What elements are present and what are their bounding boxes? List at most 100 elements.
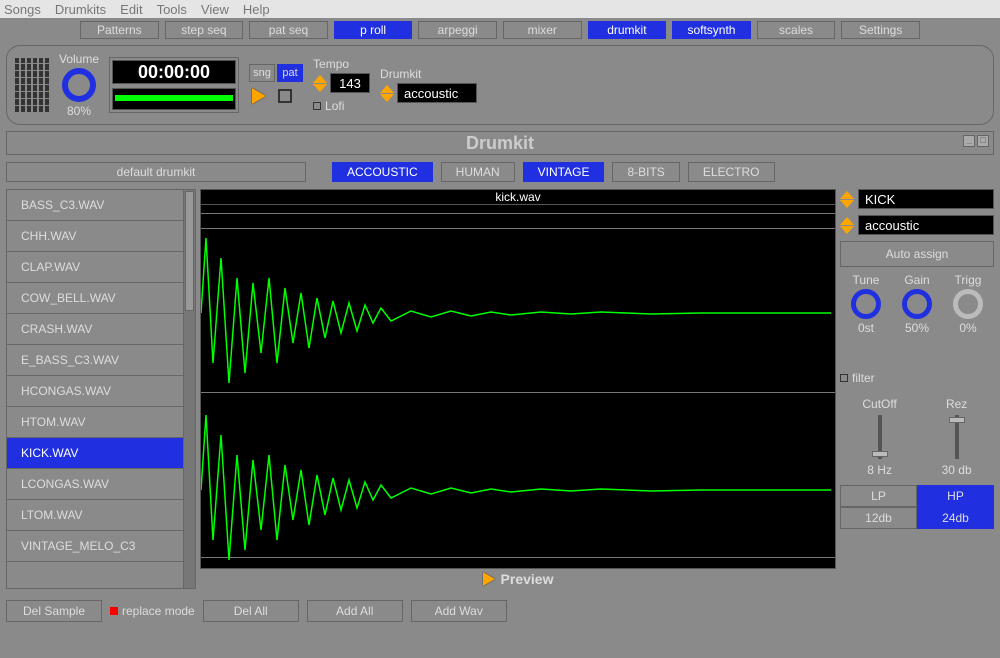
tab-p-roll[interactable]: p roll <box>334 21 413 39</box>
cutoff-value: 8 Hz <box>867 463 892 477</box>
tab-patterns[interactable]: Patterns <box>80 21 159 39</box>
sample-item[interactable]: COW_BELL.WAV <box>7 283 183 314</box>
sample-item[interactable]: CRASH.WAV <box>7 314 183 345</box>
category-human-button[interactable]: HUMAN <box>441 162 515 182</box>
trigg-value: 0% <box>959 321 976 335</box>
menu-edit[interactable]: Edit <box>120 2 142 17</box>
rez-label: Rez <box>946 397 967 411</box>
gain-label: Gain <box>904 273 929 287</box>
play-icon <box>252 88 266 104</box>
window-maximize-icon[interactable]: □ <box>977 135 989 147</box>
del-all-button[interactable]: Del All <box>203 600 299 622</box>
play-button[interactable] <box>249 86 269 106</box>
sample-item[interactable]: LTOM.WAV <box>7 500 183 531</box>
vu-meter <box>15 58 49 112</box>
tab-scales[interactable]: scales <box>757 21 836 39</box>
arrow-up-icon <box>380 85 394 93</box>
sample-item[interactable]: CHH.WAV <box>7 221 183 252</box>
category-8-bits-button[interactable]: 8-BITS <box>612 162 679 182</box>
transport-bar: Volume 80% 00:00:00 sng pat Tempo 143 Lo… <box>6 45 994 125</box>
slot-kit-field[interactable]: accoustic <box>858 215 994 235</box>
rez-slider[interactable] <box>955 415 959 459</box>
tab-step-seq[interactable]: step seq <box>165 21 244 39</box>
slider-handle[interactable] <box>872 451 888 457</box>
sample-item[interactable]: E_BASS_C3.WAV <box>7 345 183 376</box>
volume-label: Volume <box>59 52 99 66</box>
window-minimize-icon[interactable]: _ <box>963 135 975 147</box>
category-electro-button[interactable]: ELECTRO <box>688 162 775 182</box>
rez-value: 30 db <box>942 463 972 477</box>
sample-item[interactable]: BASS_C3.WAV <box>7 190 183 221</box>
sample-list-scrollbar[interactable] <box>183 190 195 588</box>
add-wav-button[interactable]: Add Wav <box>411 600 507 622</box>
sample-item[interactable]: HCONGAS.WAV <box>7 376 183 407</box>
drumkit-spin[interactable] <box>380 85 394 102</box>
volume-knob[interactable] <box>62 68 96 102</box>
arrow-down-icon <box>840 226 854 234</box>
waveform-display[interactable] <box>200 205 836 569</box>
filter-lp-button[interactable]: LP <box>840 485 917 507</box>
record-dot-icon <box>110 607 118 615</box>
play-icon <box>483 572 495 586</box>
sample-params-panel: KICK accoustic Auto assign Tune0st Gain5… <box>840 189 994 589</box>
filter-label: filter <box>852 371 875 385</box>
replace-mode-toggle[interactable]: replace mode <box>110 604 195 618</box>
tab-arpeggi[interactable]: arpeggi <box>418 21 497 39</box>
mode-pat-button[interactable]: pat <box>277 64 303 82</box>
cutoff-slider[interactable] <box>878 415 882 459</box>
trigg-knob[interactable] <box>953 289 983 319</box>
filter-hp-button[interactable]: HP <box>917 485 994 507</box>
menu-tools[interactable]: Tools <box>157 2 187 17</box>
lofi-checkbox[interactable] <box>313 102 321 110</box>
lofi-label: Lofi <box>325 99 344 113</box>
volume-value: 80% <box>67 104 91 118</box>
preview-button[interactable]: Preview <box>200 569 836 589</box>
tempo-spin[interactable] <box>313 75 327 92</box>
category-vintage-button[interactable]: VINTAGE <box>523 162 605 182</box>
song-position[interactable] <box>112 88 236 110</box>
category-accoustic-button[interactable]: ACCOUSTIC <box>332 162 433 182</box>
time-box: 00:00:00 <box>109 57 239 113</box>
tab-settings[interactable]: Settings <box>841 21 920 39</box>
menu-view[interactable]: View <box>201 2 229 17</box>
add-all-button[interactable]: Add All <box>307 600 403 622</box>
menu-songs[interactable]: Songs <box>4 2 41 17</box>
arrow-up-icon <box>840 191 854 199</box>
mode-sng-button[interactable]: sng <box>249 64 275 82</box>
auto-assign-button[interactable]: Auto assign <box>840 241 994 267</box>
slot-name-spin[interactable] <box>840 191 854 208</box>
view-tab-row: Patterns step seq pat seq p roll arpeggi mixe… <box>0 18 1000 42</box>
menu-bar: Songs Drumkits Edit Tools View Help <box>0 0 1000 18</box>
slider-handle[interactable] <box>949 417 965 423</box>
stop-button[interactable] <box>275 86 295 106</box>
preview-label: Preview <box>501 571 554 587</box>
filter-checkbox[interactable] <box>840 374 848 382</box>
menu-drumkits[interactable]: Drumkits <box>55 2 106 17</box>
tune-knob[interactable] <box>851 289 881 319</box>
del-sample-button[interactable]: Del Sample <box>6 600 102 622</box>
sample-item[interactable]: KICK.WAV <box>7 438 183 469</box>
drumkit-select-label: Drumkit <box>380 67 477 81</box>
cutoff-label: CutOff <box>862 397 896 411</box>
tab-drumkit[interactable]: drumkit <box>588 21 667 39</box>
tab-mixer[interactable]: mixer <box>503 21 582 39</box>
tune-label: Tune <box>853 273 880 287</box>
tempo-value[interactable]: 143 <box>330 73 370 93</box>
slot-name-field[interactable]: KICK <box>858 189 994 209</box>
menu-help[interactable]: Help <box>243 2 270 17</box>
drumkit-name-field[interactable]: default drumkit <box>6 162 306 182</box>
arrow-up-icon <box>840 217 854 225</box>
gain-knob[interactable] <box>902 289 932 319</box>
section-title: Drumkit <box>466 133 534 154</box>
sample-item[interactable]: LCONGAS.WAV <box>7 469 183 500</box>
slot-kit-spin[interactable] <box>840 217 854 234</box>
tab-pat-seq[interactable]: pat seq <box>249 21 328 39</box>
scrollbar-thumb[interactable] <box>185 191 194 311</box>
filter-24db-button[interactable]: 24db <box>917 507 994 529</box>
sample-item[interactable]: CLAP.WAV <box>7 252 183 283</box>
sample-item[interactable]: HTOM.WAV <box>7 407 183 438</box>
tab-softsynth[interactable]: softsynth <box>672 21 751 39</box>
sample-item[interactable]: VINTAGE_MELO_C3 <box>7 531 183 562</box>
filter-12db-button[interactable]: 12db <box>840 507 917 529</box>
drumkit-select-value[interactable]: accoustic <box>397 83 477 103</box>
